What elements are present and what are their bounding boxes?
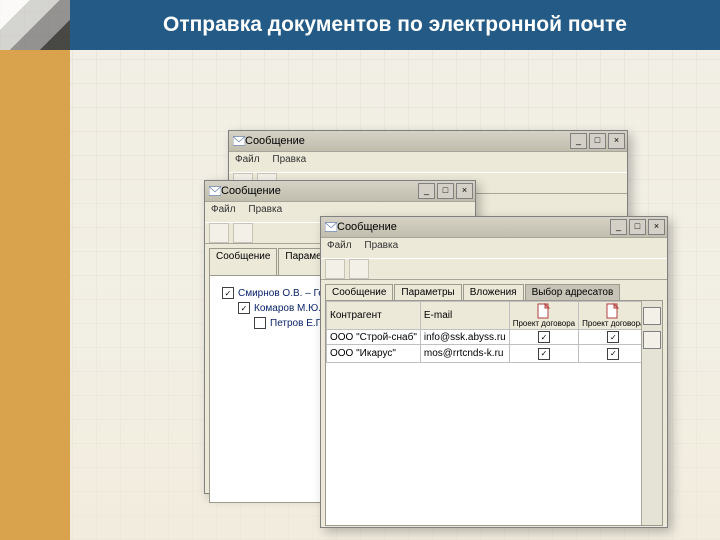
mail-icon bbox=[209, 185, 221, 197]
tab-message[interactable]: Сообщение bbox=[325, 284, 393, 300]
slide-side-band bbox=[0, 50, 70, 540]
cell-check[interactable] bbox=[509, 345, 578, 363]
toolbar-button[interactable] bbox=[349, 259, 369, 279]
slide-title: Отправка документов по электронной почте bbox=[163, 14, 627, 36]
menu-file[interactable]: Файл bbox=[211, 204, 236, 215]
window-tree-title: Сообщение bbox=[221, 185, 281, 197]
maximize-button[interactable]: □ bbox=[629, 219, 646, 235]
maximize-button[interactable]: □ bbox=[437, 183, 454, 199]
cell-check[interactable] bbox=[509, 330, 578, 345]
window-back-titlebar[interactable]: Сообщение _ □ × bbox=[229, 131, 627, 152]
remove-row-button[interactable] bbox=[643, 331, 661, 349]
window-recipients-grid: Сообщение _ □ × Файл Правка Сообщение Па… bbox=[320, 216, 668, 528]
cell-email: mos@rrtcnds-k.ru bbox=[420, 345, 509, 363]
window-grid-tabs: Сообщение Параметры Вложения Выбор адрес… bbox=[321, 280, 667, 300]
cell-check[interactable] bbox=[579, 330, 641, 345]
minimize-button[interactable]: _ bbox=[570, 133, 587, 149]
grid-side-toolbar bbox=[641, 301, 662, 525]
col-attachment[interactable]: Проект договора bbox=[509, 302, 578, 330]
minimize-button[interactable]: _ bbox=[610, 219, 627, 235]
mail-icon bbox=[325, 221, 337, 233]
toolbar-button[interactable] bbox=[209, 223, 229, 243]
window-grid-title: Сообщение bbox=[337, 221, 397, 233]
add-row-button[interactable] bbox=[643, 307, 661, 325]
slide-title-bar: Отправка документов по электронной почте bbox=[70, 0, 720, 50]
recipient-checkbox[interactable] bbox=[238, 302, 250, 314]
menu-file[interactable]: Файл bbox=[235, 154, 260, 165]
minimize-button[interactable]: _ bbox=[418, 183, 435, 199]
maximize-button[interactable]: □ bbox=[589, 133, 606, 149]
col-email[interactable]: E-mail bbox=[420, 302, 509, 330]
close-button[interactable]: × bbox=[456, 183, 473, 199]
menu-file[interactable]: Файл bbox=[327, 240, 352, 251]
cell-org: ООО "Икарус" bbox=[327, 345, 421, 363]
tab-attach[interactable]: Вложения bbox=[463, 284, 524, 300]
mail-icon bbox=[233, 135, 245, 147]
cell-org: ООО "Строй-снаб" bbox=[327, 330, 421, 345]
menu-edit[interactable]: Правка bbox=[272, 154, 306, 165]
window-grid-toolbar bbox=[321, 258, 667, 280]
grid-row[interactable]: ООО "Икарус"mos@rrtcnds-k.ru bbox=[327, 345, 642, 363]
tab-message[interactable]: Сообщение bbox=[209, 248, 277, 275]
menu-edit[interactable]: Правка bbox=[248, 204, 282, 215]
toolbar-button[interactable] bbox=[233, 223, 253, 243]
cell-email: info@ssk.abyss.ru bbox=[420, 330, 509, 345]
close-button[interactable]: × bbox=[648, 219, 665, 235]
slide-corner-graphic bbox=[0, 0, 70, 50]
menu-edit[interactable]: Правка bbox=[364, 240, 398, 251]
window-grid-menu[interactable]: Файл Правка bbox=[321, 238, 667, 258]
grid-row[interactable]: ООО "Строй-снаб"info@ssk.abyss.ru bbox=[327, 330, 642, 345]
col-attachment[interactable]: Проект договора bbox=[579, 302, 641, 330]
window-back-title: Сообщение bbox=[245, 135, 305, 147]
recipients-grid: КонтрагентE-mailПроект договораПроект до… bbox=[326, 301, 641, 525]
close-button[interactable]: × bbox=[608, 133, 625, 149]
recipient-checkbox[interactable] bbox=[222, 287, 234, 299]
window-grid-titlebar[interactable]: Сообщение _ □ × bbox=[321, 217, 667, 238]
toolbar-button[interactable] bbox=[325, 259, 345, 279]
tab-params[interactable]: Параметры bbox=[394, 284, 461, 300]
cell-check[interactable] bbox=[579, 345, 641, 363]
col-org[interactable]: Контрагент bbox=[327, 302, 421, 330]
window-tree-titlebar[interactable]: Сообщение _ □ × bbox=[205, 181, 475, 202]
recipient-checkbox[interactable] bbox=[254, 317, 266, 329]
window-back-menu[interactable]: Файл Правка bbox=[229, 152, 627, 172]
tab-recipients[interactable]: Выбор адресатов bbox=[525, 284, 621, 300]
